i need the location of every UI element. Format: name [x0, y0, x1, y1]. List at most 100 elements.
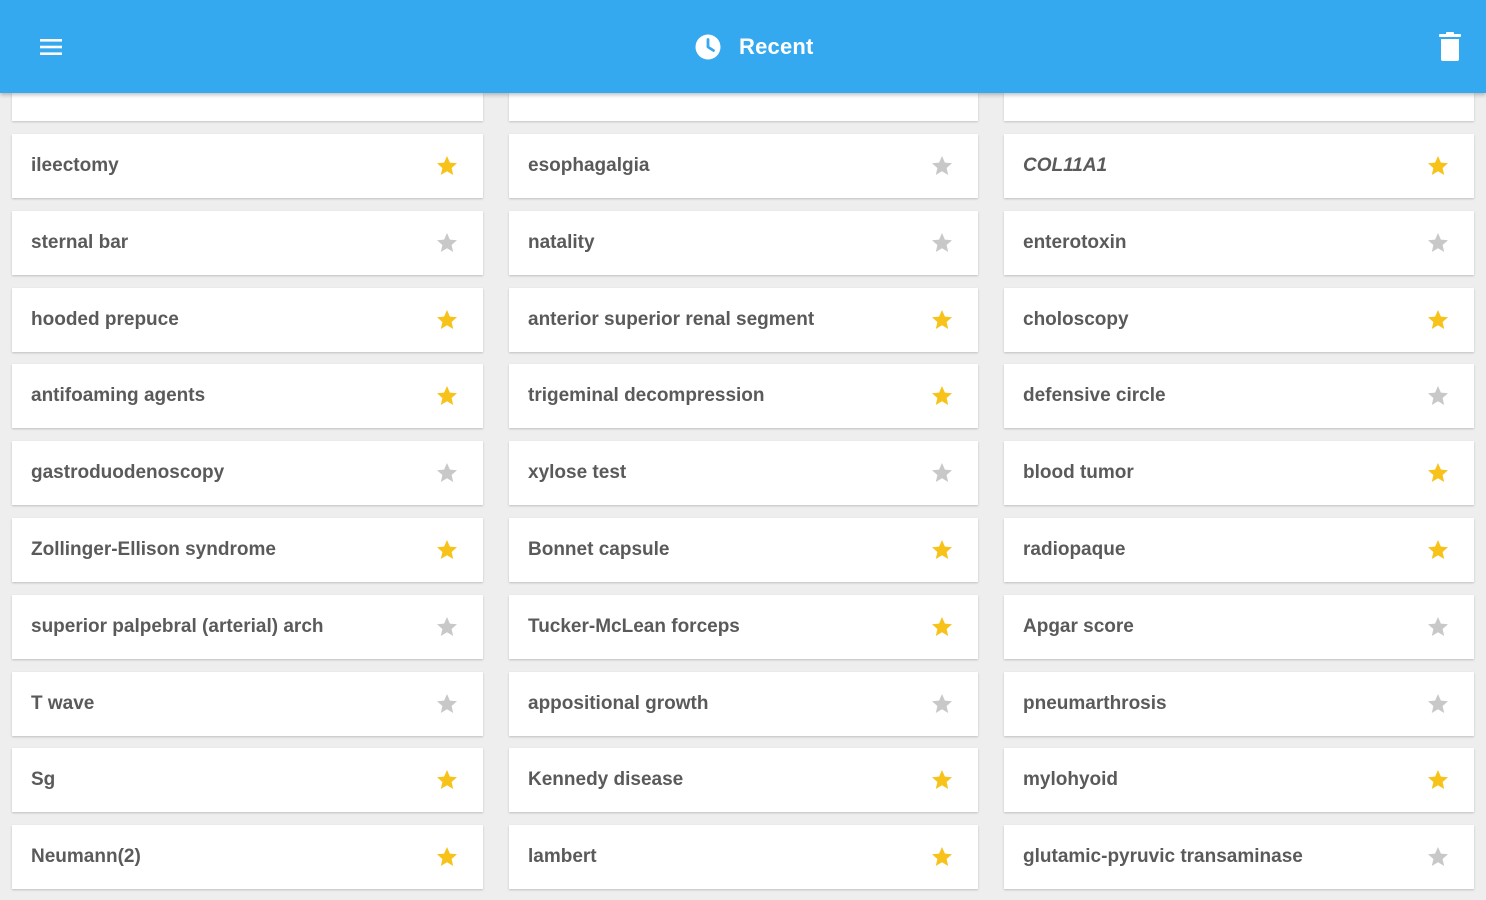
term-card[interactable]: mylohyoid	[1004, 748, 1474, 812]
term-label: Sg	[31, 769, 56, 790]
term-label: natality	[528, 232, 595, 253]
term-label: Bonnet capsule	[528, 539, 670, 560]
term-label: xylose test	[528, 462, 627, 483]
recent-terms-grid[interactable]: ileectomy sternal bar hooded prepuce antifo…	[0, 93, 1486, 900]
star-filled-icon[interactable]	[1426, 154, 1450, 178]
app-bar: Recent	[0, 0, 1486, 93]
term-card[interactable]: Kennedy disease	[509, 748, 978, 812]
star-outline-icon[interactable]	[435, 231, 459, 255]
star-outline-icon[interactable]	[435, 461, 459, 485]
term-label: esophagalgia	[528, 155, 650, 176]
term-card[interactable]: xylose test	[509, 441, 978, 505]
star-filled-icon[interactable]	[1426, 308, 1450, 332]
term-label: Apgar score	[1023, 616, 1134, 637]
term-card[interactable]: appositional growth	[509, 672, 978, 736]
star-outline-icon[interactable]	[930, 461, 954, 485]
term-card[interactable]: anterior superior renal segment	[509, 288, 978, 352]
term-card[interactable]: Neumann(2)	[12, 825, 483, 889]
star-outline-icon[interactable]	[1426, 615, 1450, 639]
term-card[interactable]: blood tumor	[1004, 441, 1474, 505]
term-card[interactable]: radiopaque	[1004, 518, 1474, 582]
term-label: defensive circle	[1023, 385, 1166, 406]
partial-card[interactable]	[1004, 93, 1474, 121]
star-outline-icon[interactable]	[1426, 231, 1450, 255]
star-outline-icon[interactable]	[435, 692, 459, 716]
term-label: appositional growth	[528, 693, 709, 714]
term-label: glutamic-pyruvic transaminase	[1023, 846, 1303, 867]
term-card[interactable]: hooded prepuce	[12, 288, 483, 352]
star-filled-icon[interactable]	[1426, 538, 1450, 562]
term-card[interactable]: ileectomy	[12, 134, 483, 198]
term-label: hooded prepuce	[31, 309, 179, 330]
term-card[interactable]: pneumarthrosis	[1004, 672, 1474, 736]
star-outline-icon[interactable]	[1426, 845, 1450, 869]
star-outline-icon[interactable]	[435, 615, 459, 639]
star-filled-icon[interactable]	[435, 768, 459, 792]
star-filled-icon[interactable]	[435, 538, 459, 562]
term-label: ileectomy	[31, 155, 119, 176]
star-filled-icon[interactable]	[930, 384, 954, 408]
star-filled-icon[interactable]	[930, 768, 954, 792]
star-outline-icon[interactable]	[1426, 384, 1450, 408]
term-card[interactable]: Sg	[12, 748, 483, 812]
term-label: Tucker-McLean forceps	[528, 616, 740, 637]
star-filled-icon[interactable]	[435, 308, 459, 332]
term-card[interactable]: choloscopy	[1004, 288, 1474, 352]
term-card[interactable]: Tucker-McLean forceps	[509, 595, 978, 659]
term-label: anterior superior renal segment	[528, 309, 815, 330]
term-label: superior palpebral (arterial) arch	[31, 616, 324, 637]
term-card[interactable]: sternal bar	[12, 211, 483, 275]
menu-button[interactable]	[28, 24, 74, 70]
menu-icon	[40, 39, 62, 55]
term-card[interactable]: Bonnet capsule	[509, 518, 978, 582]
star-filled-icon[interactable]	[930, 845, 954, 869]
star-filled-icon[interactable]	[930, 308, 954, 332]
term-card[interactable]: enterotoxin	[1004, 211, 1474, 275]
star-outline-icon[interactable]	[1426, 692, 1450, 716]
term-card[interactable]: T wave	[12, 672, 483, 736]
partial-card[interactable]	[12, 93, 483, 121]
app-title-group: Recent	[693, 30, 814, 64]
star-filled-icon[interactable]	[930, 538, 954, 562]
term-label: T wave	[31, 693, 95, 714]
star-outline-icon[interactable]	[930, 154, 954, 178]
term-label: enterotoxin	[1023, 232, 1127, 253]
term-label: choloscopy	[1023, 309, 1129, 330]
clock-icon	[695, 34, 721, 60]
term-label: gastroduodenoscopy	[31, 462, 225, 483]
star-filled-icon[interactable]	[435, 384, 459, 408]
clear-history-button[interactable]	[1428, 24, 1472, 70]
term-label: Neumann(2)	[31, 846, 141, 867]
term-label: COL11A1	[1023, 155, 1108, 176]
term-label: Zollinger-Ellison syndrome	[31, 539, 276, 560]
term-label: pneumarthrosis	[1023, 693, 1167, 714]
term-card[interactable]: natality	[509, 211, 978, 275]
term-card[interactable]: esophagalgia	[509, 134, 978, 198]
term-card[interactable]: glutamic-pyruvic transaminase	[1004, 825, 1474, 889]
term-card[interactable]: COL11A1	[1004, 134, 1474, 198]
page-title: Recent	[739, 34, 814, 59]
term-label: trigeminal decompression	[528, 385, 765, 406]
star-filled-icon[interactable]	[1426, 461, 1450, 485]
star-filled-icon[interactable]	[435, 154, 459, 178]
term-card[interactable]: antifoaming agents	[12, 364, 483, 428]
term-label: lambert	[528, 846, 597, 867]
term-card[interactable]: Apgar score	[1004, 595, 1474, 659]
term-card[interactable]: lambert	[509, 825, 978, 889]
term-label: Kennedy disease	[528, 769, 684, 790]
term-card[interactable]: gastroduodenoscopy	[12, 441, 483, 505]
term-card[interactable]: Zollinger-Ellison syndrome	[12, 518, 483, 582]
star-filled-icon[interactable]	[1426, 768, 1450, 792]
star-filled-icon[interactable]	[930, 615, 954, 639]
term-label: mylohyoid	[1023, 769, 1119, 790]
term-label: blood tumor	[1023, 462, 1134, 483]
term-card[interactable]: defensive circle	[1004, 364, 1474, 428]
term-label: antifoaming agents	[31, 385, 206, 406]
star-filled-icon[interactable]	[435, 845, 459, 869]
trash-icon	[1439, 32, 1461, 61]
partial-card[interactable]	[509, 93, 978, 121]
term-card[interactable]: superior palpebral (arterial) arch	[12, 595, 483, 659]
star-outline-icon[interactable]	[930, 692, 954, 716]
term-card[interactable]: trigeminal decompression	[509, 364, 978, 428]
star-outline-icon[interactable]	[930, 231, 954, 255]
